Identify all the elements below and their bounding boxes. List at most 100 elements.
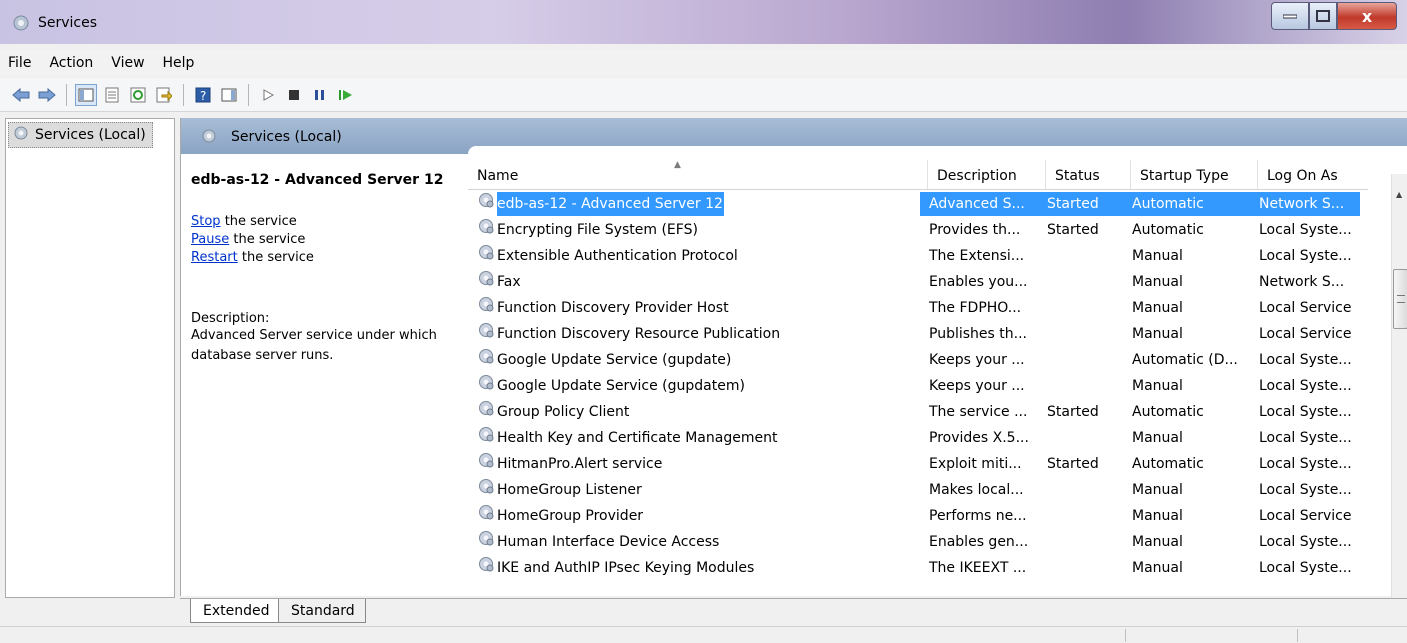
restart-service-button[interactable] (335, 84, 357, 106)
column-header-log-on-as[interactable]: Log On As (1258, 160, 1368, 189)
column-header-name[interactable]: Name ▲ (468, 160, 928, 189)
service-description: Keeps your ... (929, 378, 1025, 394)
properties-icon (105, 87, 119, 102)
service-description: Provides th... (929, 222, 1021, 238)
show-hide-console-tree-button[interactable] (75, 83, 97, 106)
service-name-cell: Fax (468, 270, 920, 294)
pause-icon (315, 89, 324, 100)
scroll-up-icon[interactable]: ▲ (1396, 190, 1402, 199)
service-rows: edb-as-12 - Advanced Server 12 Advanced S… (468, 191, 1368, 581)
service-startup-type: Automatic (D... (1132, 352, 1238, 368)
start-service-button[interactable] (257, 84, 279, 106)
service-name: Health Key and Certificate Management (497, 430, 778, 446)
service-status: Started (1047, 222, 1099, 238)
service-name: HomeGroup Listener (497, 482, 642, 498)
console-tree-icon (78, 88, 94, 101)
table-row[interactable]: Google Update Service (gupdatem) Keeps yo… (468, 373, 1368, 399)
table-row[interactable]: Human Interface Device Access Enables gen… (468, 529, 1368, 555)
table-row[interactable]: Function Discovery Provider Host The FDPH… (468, 295, 1368, 321)
service-gear-icon (477, 348, 495, 372)
stop-service-link[interactable]: Stop (191, 214, 221, 229)
service-gear-icon (477, 296, 495, 320)
service-name: Extensible Authentication Protocol (497, 248, 738, 264)
table-row[interactable]: HitmanPro.Alert service Exploit miti... St… (468, 451, 1368, 477)
tab-standard[interactable]: Standard (278, 599, 366, 623)
service-description: Performs ne... (929, 508, 1027, 524)
minimize-button[interactable] (1271, 2, 1309, 30)
service-name-cell: Extensible Authentication Protocol (468, 244, 920, 268)
service-log-on-as: Local Syste... (1259, 378, 1352, 394)
table-row[interactable]: Group Policy Client The service ... Starte… (468, 399, 1368, 425)
service-description: Enables gen... (929, 534, 1029, 550)
menu-action[interactable]: Action (49, 55, 93, 71)
toolbar-separator (248, 83, 249, 106)
table-row[interactable]: edb-as-12 - Advanced Server 12 Advanced S… (468, 191, 1368, 217)
service-gear-icon (477, 244, 495, 268)
service-status (1038, 556, 1123, 580)
show-action-pane-button[interactable] (218, 84, 240, 106)
table-row[interactable]: Extensible Authentication Protocol The Ex… (468, 243, 1368, 269)
list-header: Name ▲ Description Status Startup Type L… (468, 160, 1368, 190)
service-status (1038, 374, 1123, 398)
service-status (1038, 322, 1123, 346)
maximize-icon (1316, 10, 1330, 22)
console-tree: Services (Local) (5, 118, 175, 598)
help-button[interactable]: ? (192, 84, 214, 106)
tab-extended[interactable]: Extended (190, 599, 281, 623)
column-header-description[interactable]: Description (928, 160, 1046, 189)
table-row[interactable]: Fax Enables you... Manual Network S... (468, 269, 1368, 295)
service-status (1038, 504, 1123, 528)
action-pane-icon (221, 88, 237, 101)
pause-service-button[interactable] (309, 84, 331, 106)
service-name-cell: HomeGroup Listener (468, 478, 920, 502)
pause-service-link[interactable]: Pause (191, 232, 229, 247)
tree-item-services-local[interactable]: Services (Local) (8, 122, 153, 148)
table-row[interactable]: Encrypting File System (EFS) Provides th.… (468, 217, 1368, 243)
vertical-scrollbar[interactable]: ▲ ▼ (1391, 174, 1407, 622)
close-button[interactable]: x (1337, 2, 1397, 30)
service-status (1038, 426, 1123, 450)
service-description: Advanced S... (920, 192, 1038, 216)
properties-button[interactable] (101, 84, 123, 106)
table-row[interactable]: IKE and AuthIP IPsec Keying Modules The I… (468, 555, 1368, 581)
column-header-label: Description (937, 168, 1017, 184)
restart-service-link[interactable]: Restart (191, 250, 238, 265)
service-name-cell: Human Interface Device Access (468, 530, 920, 554)
scrollbar-grip (1397, 295, 1405, 303)
table-row[interactable]: HomeGroup Provider Performs ne... Manual Lo… (468, 503, 1368, 529)
service-log-on-as: Local Syste... (1259, 430, 1352, 446)
sort-ascending-icon: ▲ (674, 160, 681, 170)
table-row[interactable]: Google Update Service (gupdate) Keeps you… (468, 347, 1368, 373)
refresh-button[interactable] (127, 84, 149, 106)
column-header-status[interactable]: Status (1046, 160, 1131, 189)
service-startup-type: Automatic (1132, 404, 1204, 420)
service-status (1038, 348, 1123, 372)
service-gear-icon (477, 452, 495, 476)
forward-button[interactable] (36, 84, 58, 106)
table-row[interactable]: Function Discovery Resource Publication P… (468, 321, 1368, 347)
main-header-title: Services (Local) (231, 129, 342, 145)
service-name: Group Policy Client (497, 404, 630, 420)
menu-help[interactable]: Help (163, 55, 195, 71)
services-gear-icon (13, 125, 29, 145)
scrollbar-thumb[interactable] (1393, 269, 1407, 329)
service-name-cell: Google Update Service (gupdate) (468, 348, 920, 372)
column-header-startup-type[interactable]: Startup Type (1131, 160, 1258, 189)
service-startup-type: Manual (1132, 560, 1183, 576)
service-description: The Extensi... (929, 248, 1025, 264)
service-log-on-as: Local Syste... (1259, 404, 1352, 420)
help-icon: ? (195, 87, 211, 103)
maximize-button[interactable] (1309, 2, 1337, 30)
menu-view[interactable]: View (111, 55, 144, 71)
service-name-cell: edb-as-12 - Advanced Server 12 (468, 192, 920, 216)
menu-file[interactable]: File (8, 55, 31, 71)
extended-description-pane: edb-as-12 - Advanced Server 12 Stop the … (181, 154, 469, 596)
service-name: Function Discovery Provider Host (497, 300, 729, 316)
back-button[interactable] (10, 84, 32, 106)
table-row[interactable]: Health Key and Certificate Management Pro… (468, 425, 1368, 451)
stop-service-button[interactable] (283, 84, 305, 106)
export-list-button[interactable] (153, 84, 175, 106)
table-row[interactable]: HomeGroup Listener Makes local... Manual Lo… (468, 477, 1368, 503)
service-log-on-as: Local Syste... (1259, 534, 1352, 550)
service-description: Keeps your ... (929, 352, 1025, 368)
